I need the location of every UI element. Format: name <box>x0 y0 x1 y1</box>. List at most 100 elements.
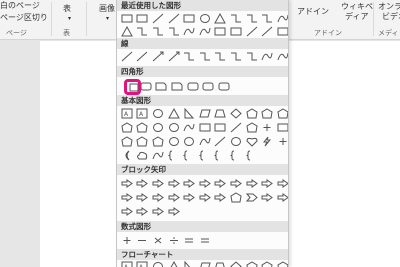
right-callout-arrow-icon[interactable] <box>260 191 274 203</box>
snip-rect-icon[interactable] <box>170 80 184 92</box>
chevron-icon[interactable] <box>245 191 259 203</box>
curve-icon[interactable] <box>182 25 196 37</box>
online-video-button[interactable]: オンライ <box>378 2 400 12</box>
left-right-arrow-icon[interactable] <box>182 177 196 189</box>
heart-icon[interactable] <box>245 135 259 147</box>
picture-button[interactable]: 画像 <box>99 4 115 14</box>
down-arrow-icon[interactable] <box>167 177 181 189</box>
quad-callout-arrow-icon[interactable] <box>151 205 165 217</box>
arc-icon[interactable] <box>198 135 212 147</box>
not-equal-icon[interactable] <box>198 234 212 246</box>
curve-icon[interactable] <box>198 25 212 37</box>
cloud-icon[interactable] <box>136 149 150 161</box>
rect-icon[interactable] <box>229 25 243 37</box>
line-icon[interactable] <box>136 50 150 62</box>
pentagon-icon[interactable] <box>245 260 259 267</box>
bracket-pair-icon[interactable] <box>167 149 181 161</box>
right-brace-icon[interactable] <box>245 149 259 161</box>
connector-icon[interactable] <box>229 12 243 24</box>
oval-icon[interactable] <box>151 107 165 119</box>
left-callout-arrow-icon[interactable] <box>120 205 134 217</box>
bent-arrow-icon[interactable] <box>245 177 259 189</box>
textbox-icon[interactable]: A <box>120 107 134 119</box>
heptagon-icon[interactable] <box>276 107 288 119</box>
trapezoid-icon[interactable] <box>214 260 228 267</box>
textbox-icon[interactable]: A <box>136 260 150 267</box>
l-shape-icon[interactable] <box>229 121 243 133</box>
bevel-icon[interactable] <box>151 135 165 147</box>
curved-right-arrow-icon[interactable] <box>136 191 150 203</box>
rect-icon[interactable] <box>276 25 288 37</box>
left-arrow-icon[interactable] <box>136 177 150 189</box>
line-icon[interactable] <box>151 12 165 24</box>
connector-icon[interactable] <box>260 12 274 24</box>
sun-icon[interactable] <box>276 135 288 147</box>
connector-icon[interactable] <box>198 50 212 62</box>
notched-arrow-icon[interactable] <box>214 191 228 203</box>
right-arrow-icon[interactable] <box>120 177 134 189</box>
triangle-icon[interactable] <box>214 12 228 24</box>
blank-page-button[interactable]: 白のページ <box>0 1 40 11</box>
lightning-icon[interactable] <box>260 135 274 147</box>
equal-icon[interactable] <box>182 234 196 246</box>
rect-icon[interactable] <box>214 25 228 37</box>
plus-icon[interactable] <box>120 234 134 246</box>
addins-button[interactable]: アドイン <box>297 7 329 17</box>
donut-icon[interactable] <box>167 135 181 147</box>
diamond-icon[interactable] <box>229 260 243 267</box>
left-brace-icon[interactable] <box>229 149 243 161</box>
cube-icon[interactable] <box>136 135 150 147</box>
curve-icon[interactable] <box>276 12 288 24</box>
line-icon[interactable] <box>245 25 259 37</box>
line-icon[interactable] <box>120 50 134 62</box>
diagonal-stripe-icon[interactable] <box>245 121 259 133</box>
frame-icon[interactable] <box>198 121 212 133</box>
no-symbol-icon[interactable] <box>182 135 196 147</box>
up-down-arrow-icon[interactable] <box>198 177 212 189</box>
down-callout-arrow-icon[interactable] <box>276 191 288 203</box>
chord-icon[interactable] <box>167 121 181 133</box>
up-callout-arrow-icon[interactable] <box>136 205 150 217</box>
rounded-rect-icon[interactable] <box>139 80 153 92</box>
heptagon-icon[interactable] <box>276 260 288 267</box>
circular-arrow-icon[interactable] <box>167 205 181 217</box>
cross-icon[interactable] <box>260 121 274 133</box>
diamond-icon[interactable] <box>229 107 243 119</box>
right-triangle-icon[interactable] <box>182 260 196 267</box>
pentagon-icon[interactable] <box>245 107 259 119</box>
arc-icon[interactable] <box>151 149 165 161</box>
multiply-icon[interactable] <box>151 234 165 246</box>
connector-icon[interactable] <box>214 50 228 62</box>
curve-icon[interactable] <box>260 50 274 62</box>
rounded-rect-icon[interactable] <box>201 80 215 92</box>
connector-icon[interactable] <box>245 12 259 24</box>
triangle-icon[interactable] <box>167 260 181 267</box>
right-bracket-icon[interactable] <box>214 149 228 161</box>
curved-left-arrow-icon[interactable] <box>151 191 165 203</box>
bent-up-arrow-icon[interactable] <box>120 191 134 203</box>
divide-icon[interactable] <box>167 234 181 246</box>
minus-icon[interactable] <box>136 234 150 246</box>
hexagon-icon[interactable] <box>260 260 274 267</box>
octagon-icon[interactable] <box>120 121 134 133</box>
striped-arrow-icon[interactable] <box>198 191 212 203</box>
pie-icon[interactable] <box>151 121 165 133</box>
connector-icon[interactable] <box>151 25 165 37</box>
double-arrow-line-icon[interactable] <box>167 50 181 62</box>
wikipedia-button-line2[interactable]: ディア <box>345 12 368 22</box>
rounded-rect-icon[interactable] <box>186 80 200 92</box>
curved-up-arrow-icon[interactable] <box>167 191 181 203</box>
wikipedia-button[interactable]: ウィキペ <box>341 2 373 12</box>
hexagon-icon[interactable] <box>260 107 274 119</box>
up-arrow-icon[interactable] <box>151 177 165 189</box>
can-icon[interactable] <box>120 135 134 147</box>
moon-icon[interactable] <box>120 149 134 161</box>
brace-pair-icon[interactable] <box>182 149 196 161</box>
curved-down-arrow-icon[interactable] <box>182 191 196 203</box>
rect-icon[interactable] <box>136 12 150 24</box>
table-button[interactable]: 表 <box>63 4 71 14</box>
connector-icon[interactable] <box>245 50 259 62</box>
left-right-up-arrow-icon[interactable] <box>229 177 243 189</box>
highlighted-rectangle-shape[interactable] <box>124 79 141 95</box>
rect-icon[interactable] <box>182 12 196 24</box>
